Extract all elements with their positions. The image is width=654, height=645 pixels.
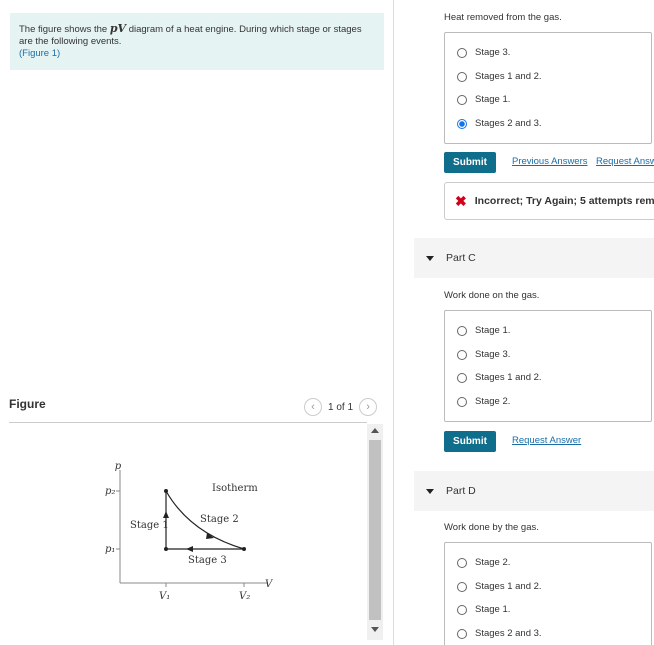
chevron-right-icon: › [366,401,370,413]
figure-divider [9,422,367,423]
caret-down-icon [426,255,434,261]
part-d-options: Stage 2. Stages 1 and 2. Stage 1. Stages… [444,542,652,645]
radio-icon[interactable] [457,94,467,105]
radio-icon[interactable] [457,557,467,568]
stage3-label: Stage 3 [188,555,227,566]
part-d-title: Part D [446,485,476,497]
radio-icon[interactable] [457,628,467,639]
part-b-feedback: ✖ Incorrect; Try Again; 5 attempts remai… [444,182,654,220]
part-c-request-answer-link[interactable]: Request Answer [512,435,581,446]
radio-icon[interactable] [457,325,467,336]
part-b-options: Stage 3. Stages 1 and 2. Stage 1. Stages… [444,32,652,144]
part-b-question: Heat removed from the gas. [444,12,562,23]
figure-heading: Figure [9,397,46,411]
figure-link[interactable]: (Figure 1) [19,48,60,59]
state-point-bottom-right [242,547,246,551]
radio-icon[interactable] [457,396,467,407]
part-b-option[interactable]: Stages 1 and 2. [457,71,542,82]
stage2-label: Stage 2 [200,514,239,525]
part-b-request-answer-link[interactable]: Request Answer [596,156,654,167]
part-b-option[interactable]: Stage 1. [457,94,510,105]
scroll-down-icon[interactable] [371,627,379,632]
p1-label: p₁ [105,544,115,555]
state-point-bottom-left [164,547,168,551]
part-d-option[interactable]: Stages 2 and 3. [457,628,542,639]
part-c-option[interactable]: Stage 1. [457,325,510,336]
radio-icon[interactable] [457,604,467,615]
stage3-arrow [186,546,193,552]
v2-label: V₂ [239,591,250,602]
radio-icon[interactable] [457,47,467,58]
part-c-title: Part C [446,252,476,264]
problem-text-before: The figure shows the [19,24,110,35]
scroll-up-icon[interactable] [371,428,379,433]
radio-icon[interactable] [457,71,467,82]
part-b-option-selected[interactable]: Stages 2 and 3. [457,118,542,129]
state-point-top [164,489,168,493]
isotherm-label: Isotherm [212,483,258,494]
scroll-thumb[interactable] [369,440,381,620]
part-d-question: Work done by the gas. [444,522,539,533]
pv-diagram: p V p₂ p₁ V₁ V₂ Isotherm Stage 1 Stage 2… [105,461,274,602]
left-pane: The figure shows the pV diagram of a hea… [0,0,393,645]
radio-icon[interactable] [457,372,467,383]
part-d-option[interactable]: Stages 1 and 2. [457,581,542,592]
p2-label: p₂ [105,486,115,497]
figure-scrollbar[interactable] [367,424,383,640]
radio-selected-icon[interactable] [457,118,467,129]
v1-label: V₁ [159,591,170,602]
problem-math: pV [109,22,127,35]
figure-pager: ‹ 1 of 1 › [304,398,378,416]
stage1-label: Stage 1 [130,520,169,531]
part-c-option[interactable]: Stage 2. [457,396,510,407]
part-c-options: Stage 1. Stage 3. Stages 1 and 2. Stage … [444,310,652,422]
part-d-option[interactable]: Stage 1. [457,604,510,615]
part-c-option[interactable]: Stage 3. [457,349,510,360]
radio-icon[interactable] [457,349,467,360]
part-c-option[interactable]: Stages 1 and 2. [457,372,542,383]
part-d-option[interactable]: Stage 2. [457,557,510,568]
previous-answers-link[interactable]: Previous Answers [512,156,588,167]
caret-down-icon [426,488,434,494]
incorrect-x-icon: ✖ [455,192,467,209]
part-c-header[interactable]: Part C [414,238,654,278]
p-axis-label: p [115,461,122,472]
part-c-question: Work done on the gas. [444,290,540,301]
problem-statement: The figure shows the pV diagram of a hea… [10,13,384,70]
stage1-arrow [163,511,169,518]
part-b-submit-button[interactable]: Submit [444,152,496,173]
right-pane: Heat removed from the gas. Stage 3. Stag… [414,0,654,645]
part-b-option[interactable]: Stage 3. [457,47,510,58]
part-c-submit-button[interactable]: Submit [444,431,496,452]
v-axis-label: V [265,579,274,590]
next-figure-button[interactable]: › [359,398,378,416]
part-d-header[interactable]: Part D [414,471,654,511]
pager-count: 1 of 1 [328,401,354,413]
chevron-left-icon: ‹ [311,401,315,413]
prev-figure-button[interactable]: ‹ [304,398,322,416]
pane-divider [393,0,394,645]
radio-icon[interactable] [457,581,467,592]
feedback-text: Incorrect; Try Again; 5 attempts remaini… [474,195,654,207]
